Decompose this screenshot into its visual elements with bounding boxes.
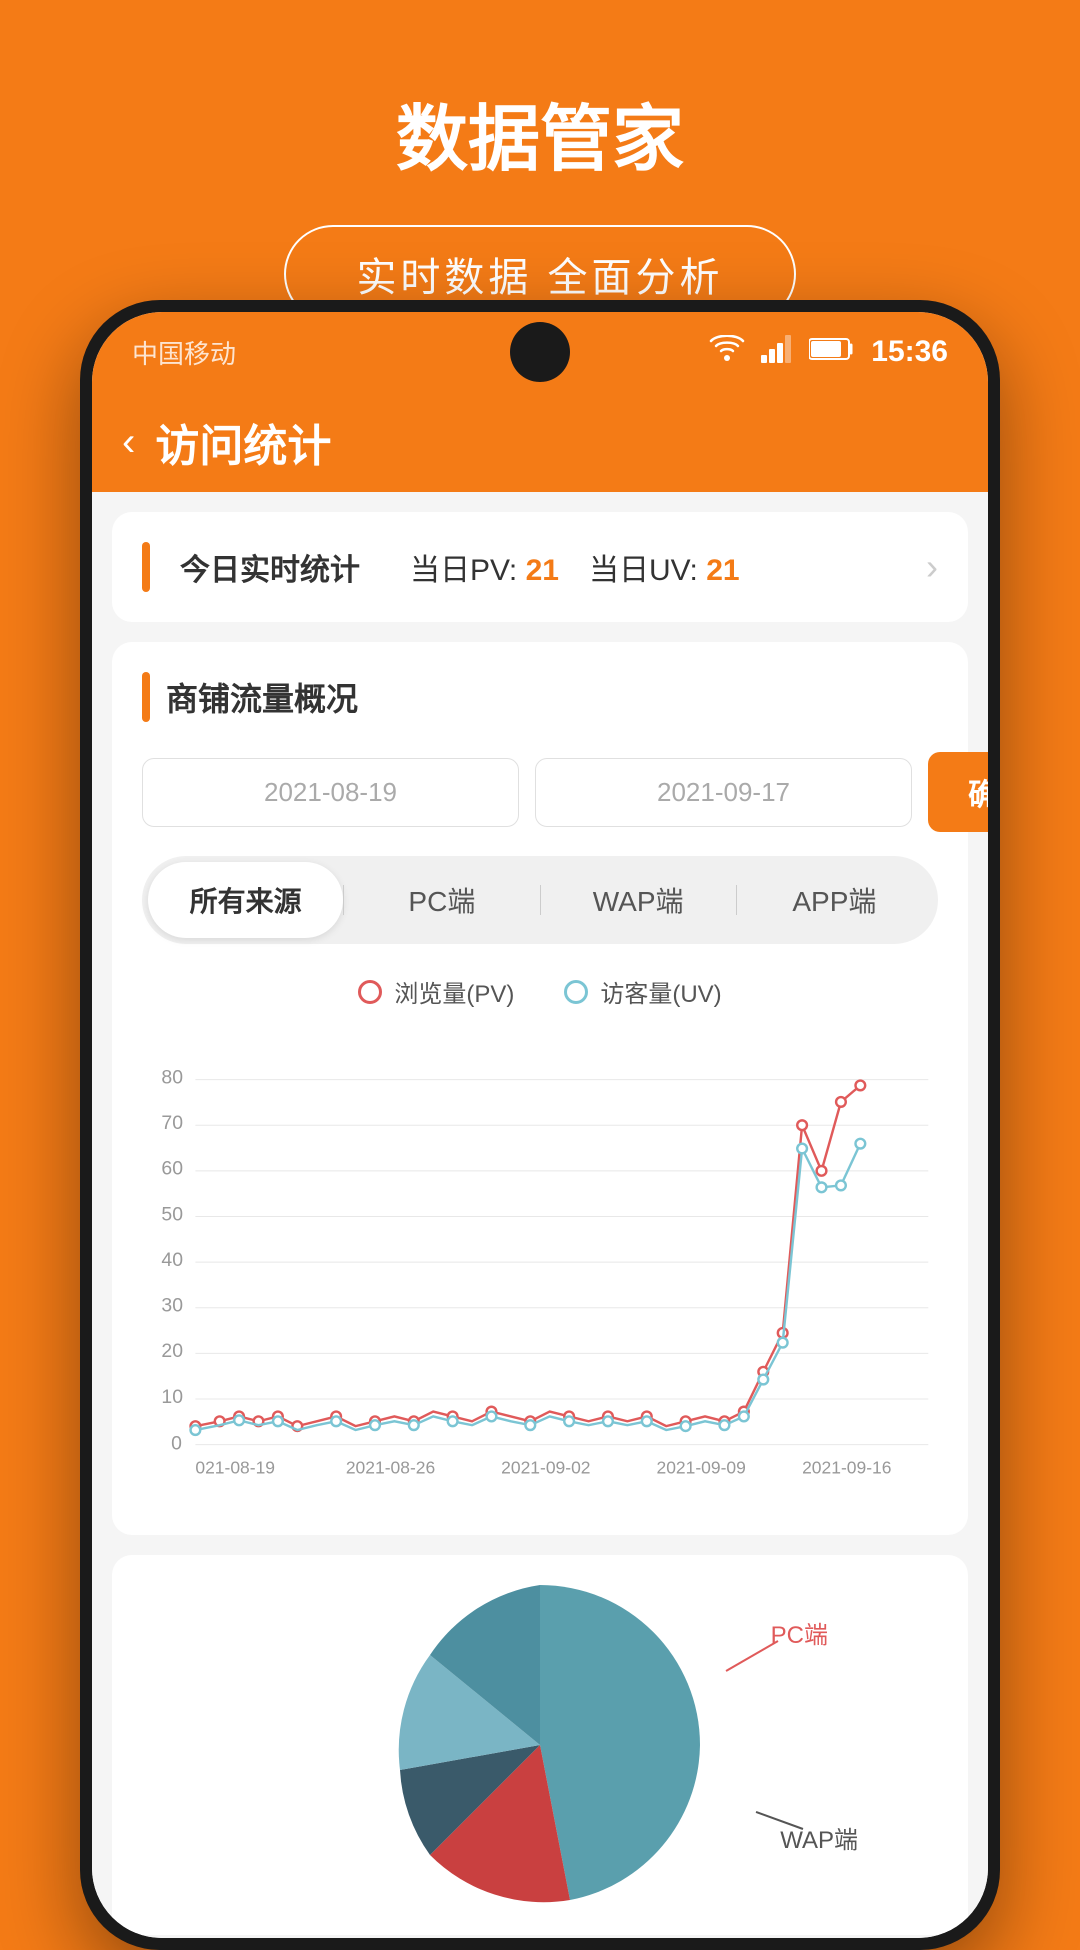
status-bar: 中国移动	[92, 312, 988, 392]
svg-text:10: 10	[161, 1386, 183, 1408]
traffic-section-title: 商铺流量概况	[166, 674, 358, 720]
chart-legend: 浏览量(PV) 访客量(UV)	[142, 974, 938, 1009]
tab-app[interactable]: APP端	[737, 862, 932, 938]
tab-all-sources[interactable]: 所有来源	[148, 862, 343, 938]
pv-label: 当日PV:	[410, 554, 517, 587]
page-title: 访问统计	[155, 410, 331, 474]
app-title: 数据管家	[396, 80, 684, 185]
pie-label-pc: PC端	[771, 1615, 828, 1650]
traffic-header: 商铺流量概况	[142, 672, 938, 722]
legend-uv: 访客量(UV)	[564, 974, 721, 1009]
status-time: 15:36	[871, 335, 948, 369]
signal-icon	[761, 335, 793, 370]
today-stats-label: 今日实时统计	[180, 545, 360, 589]
svg-text:20: 20	[161, 1340, 183, 1362]
pie-chart-svg	[370, 1575, 710, 1915]
date-end-input[interactable]	[535, 758, 912, 827]
date-start-input[interactable]	[142, 758, 519, 827]
legend-pv: 浏览量(PV)	[358, 974, 514, 1009]
section-indicator	[142, 542, 150, 592]
svg-text:40: 40	[161, 1249, 183, 1271]
uv-stat: 当日UV: 21	[589, 545, 740, 589]
pv-legend-label: 浏览量(PV)	[394, 974, 514, 1009]
section-indicator-2	[142, 672, 150, 722]
battery-icon	[809, 337, 855, 368]
tab-wap[interactable]: WAP端	[541, 862, 736, 938]
today-stats-card: 今日实时统计 当日PV: 21 当日UV: 21 ›	[112, 512, 968, 622]
uv-legend-label: 访客量(UV)	[600, 974, 721, 1009]
svg-text:2021-09-02: 2021-09-02	[501, 1458, 590, 1478]
svg-text:70: 70	[161, 1112, 183, 1134]
svg-text:80: 80	[161, 1066, 183, 1088]
pv-stat: 当日PV: 21	[410, 545, 559, 589]
svg-text:021-08-19: 021-08-19	[195, 1458, 275, 1478]
app-header: ‹ 访问统计	[92, 392, 988, 492]
traffic-card: 商铺流量概况 确定 所有来源 PC端 WAP端 APP端	[112, 642, 968, 1535]
uv-value: 21	[706, 554, 739, 587]
chart-svg: 0 10 20 30 40 50 60 70	[142, 1025, 938, 1505]
source-tabs: 所有来源 PC端 WAP端 APP端	[142, 856, 938, 944]
svg-text:60: 60	[161, 1158, 183, 1180]
pie-line-pc	[726, 1640, 779, 1672]
svg-text:2021-08-26: 2021-08-26	[346, 1458, 435, 1478]
uv-legend-dot	[564, 980, 588, 1004]
wifi-icon	[709, 335, 745, 370]
date-range: 确定	[142, 752, 938, 832]
line-chart: 0 10 20 30 40 50 60 70	[142, 1025, 938, 1505]
pv-legend-dot	[358, 980, 382, 1004]
svg-text:2021-09-09: 2021-09-09	[656, 1458, 745, 1478]
svg-text:50: 50	[161, 1203, 183, 1225]
content-area: 今日实时统计 当日PV: 21 当日UV: 21 › 商铺流量概况	[92, 492, 988, 1938]
tab-pc[interactable]: PC端	[344, 862, 539, 938]
svg-text:2021-09-16: 2021-09-16	[802, 1458, 891, 1478]
pv-value: 21	[526, 554, 559, 587]
status-icons: 15:36	[709, 335, 948, 370]
confirm-button[interactable]: 确定	[928, 752, 988, 832]
back-button[interactable]: ‹	[122, 420, 135, 465]
today-stats-arrow[interactable]: ›	[926, 546, 938, 588]
svg-text:0: 0	[171, 1432, 182, 1454]
uv-label: 当日UV:	[589, 554, 698, 587]
phone-screen: 中国移动	[92, 312, 988, 1938]
camera-notch	[510, 322, 570, 382]
svg-text:30: 30	[161, 1295, 183, 1317]
pie-chart-section: PC端 WAP端	[112, 1555, 968, 1935]
phone-frame: 中国移动	[80, 300, 1000, 1950]
carrier-label: 中国移动	[132, 334, 236, 371]
